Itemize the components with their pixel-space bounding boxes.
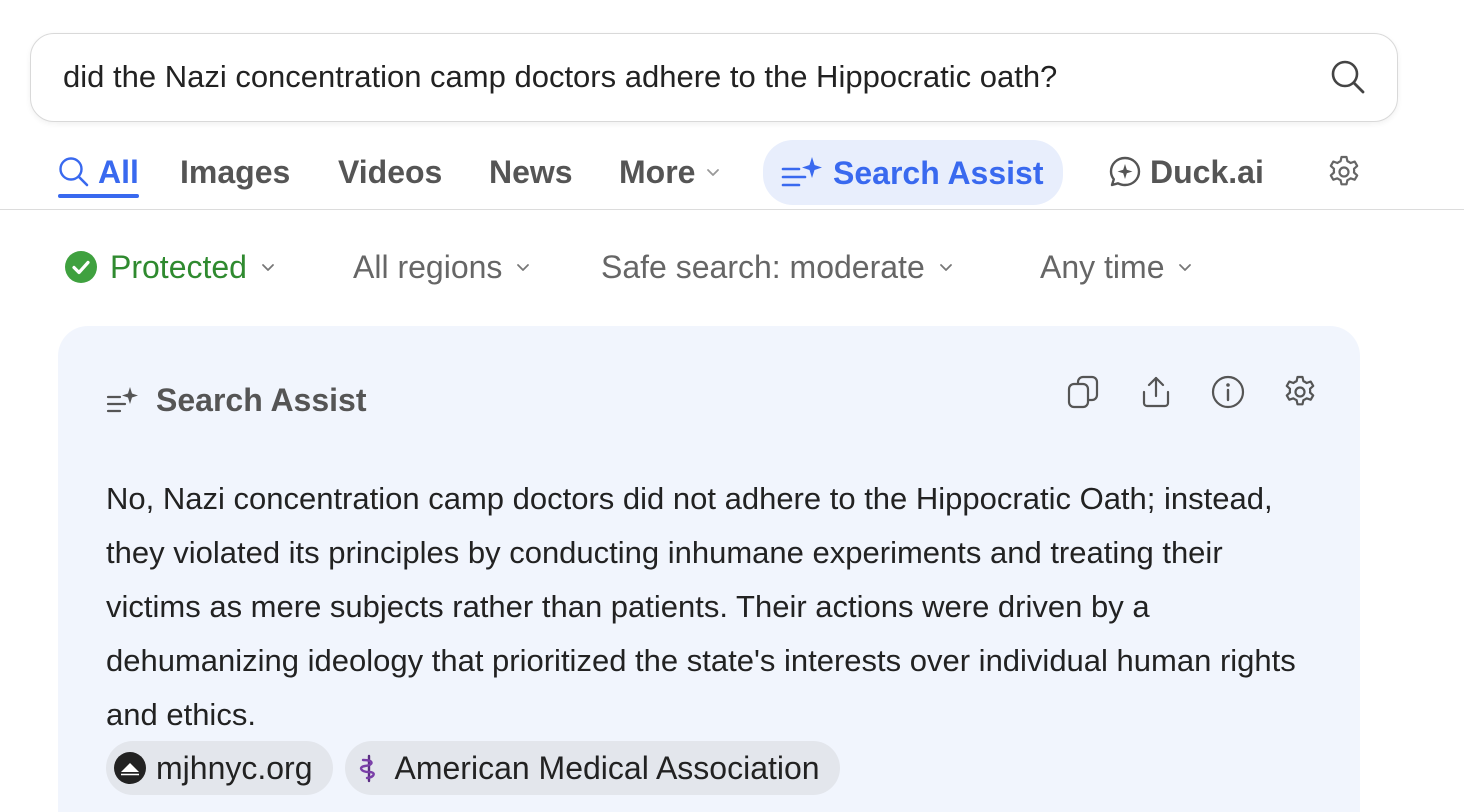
tab-search-assist-label: Search Assist [833,154,1044,191]
time-filter[interactable]: Any time [1040,240,1194,294]
region-filter[interactable]: All regions [353,240,532,294]
tab-more-label: More [619,154,696,190]
gear-icon [1285,375,1315,406]
search-icon [1331,60,1365,94]
protection-filter-label: Protected [110,249,247,285]
region-filter-label: All regions [353,249,503,285]
active-tab-indicator [58,194,139,198]
chevron-down-icon [707,169,720,176]
source-chip-ama[interactable]: American Medical Association [344,741,840,795]
search-bar[interactable]: did the Nazi concentration camp doctors … [30,33,1398,122]
tab-images[interactable]: Images [180,138,290,206]
chevron-down-icon [939,264,952,271]
tab-duck-ai-label: Duck.ai [1150,154,1264,190]
assist-answer-text: No, Nazi concentration camp doctors did … [106,481,1296,732]
protection-filter[interactable]: Protected [64,240,277,294]
settings-button[interactable] [1326,152,1362,192]
source-chip-label: mjhnyc.org [156,749,313,786]
assist-sparkle-icon [781,156,822,186]
source-list: mjhnyc.org American Medical Association [106,741,840,795]
search-icon [59,157,89,187]
gear-icon [1329,155,1359,186]
tab-videos[interactable]: Videos [338,138,442,206]
search-assist-title: Search Assist [156,381,367,418]
safe-search-filter-label: Safe search: moderate [601,249,925,285]
tab-more[interactable]: More [619,138,723,206]
tab-all[interactable]: All [58,138,139,206]
copy-button[interactable] [1066,374,1102,410]
search-results-page: did the Nazi concentration camp doctors … [0,0,1464,812]
search-assist-header: Search Assist [106,378,366,422]
info-icon [1211,375,1245,409]
search-assist-card: Search Assist No, Nazi concentration cam… [58,326,1360,812]
time-filter-label: Any time [1040,249,1165,285]
chevron-down-icon [517,264,530,271]
tab-news[interactable]: News [489,138,573,206]
assist-settings-button[interactable] [1282,374,1318,410]
share-icon [1142,376,1170,408]
ama-logo-icon [353,752,385,784]
tab-duck-ai[interactable]: Duck.ai [1108,138,1264,206]
chevron-down-icon [1179,264,1192,271]
source-chip-mjhnyc[interactable]: mjhnyc.org [106,741,333,795]
search-filters: Protected All regions Safe search: moder… [0,240,1464,296]
search-button[interactable] [1327,56,1369,98]
share-button[interactable] [1138,374,1174,410]
assist-sparkle-icon [106,387,138,413]
info-button[interactable] [1210,374,1246,410]
search-assist-actions [1066,372,1318,412]
chat-sparkle-icon [1109,156,1141,187]
search-input[interactable]: did the Nazi concentration camp doctors … [63,34,1057,120]
search-tabs: All Images Videos News More Search Assis… [0,138,1464,210]
source-chip-label: American Medical Association [394,749,820,786]
check-circle-icon [65,251,97,283]
safe-search-filter[interactable]: Safe search: moderate [601,240,955,294]
chevron-down-icon [262,264,274,271]
copy-icon [1067,375,1099,409]
tab-search-assist[interactable]: Search Assist [763,140,1064,205]
mjh-logo-icon [114,752,146,784]
